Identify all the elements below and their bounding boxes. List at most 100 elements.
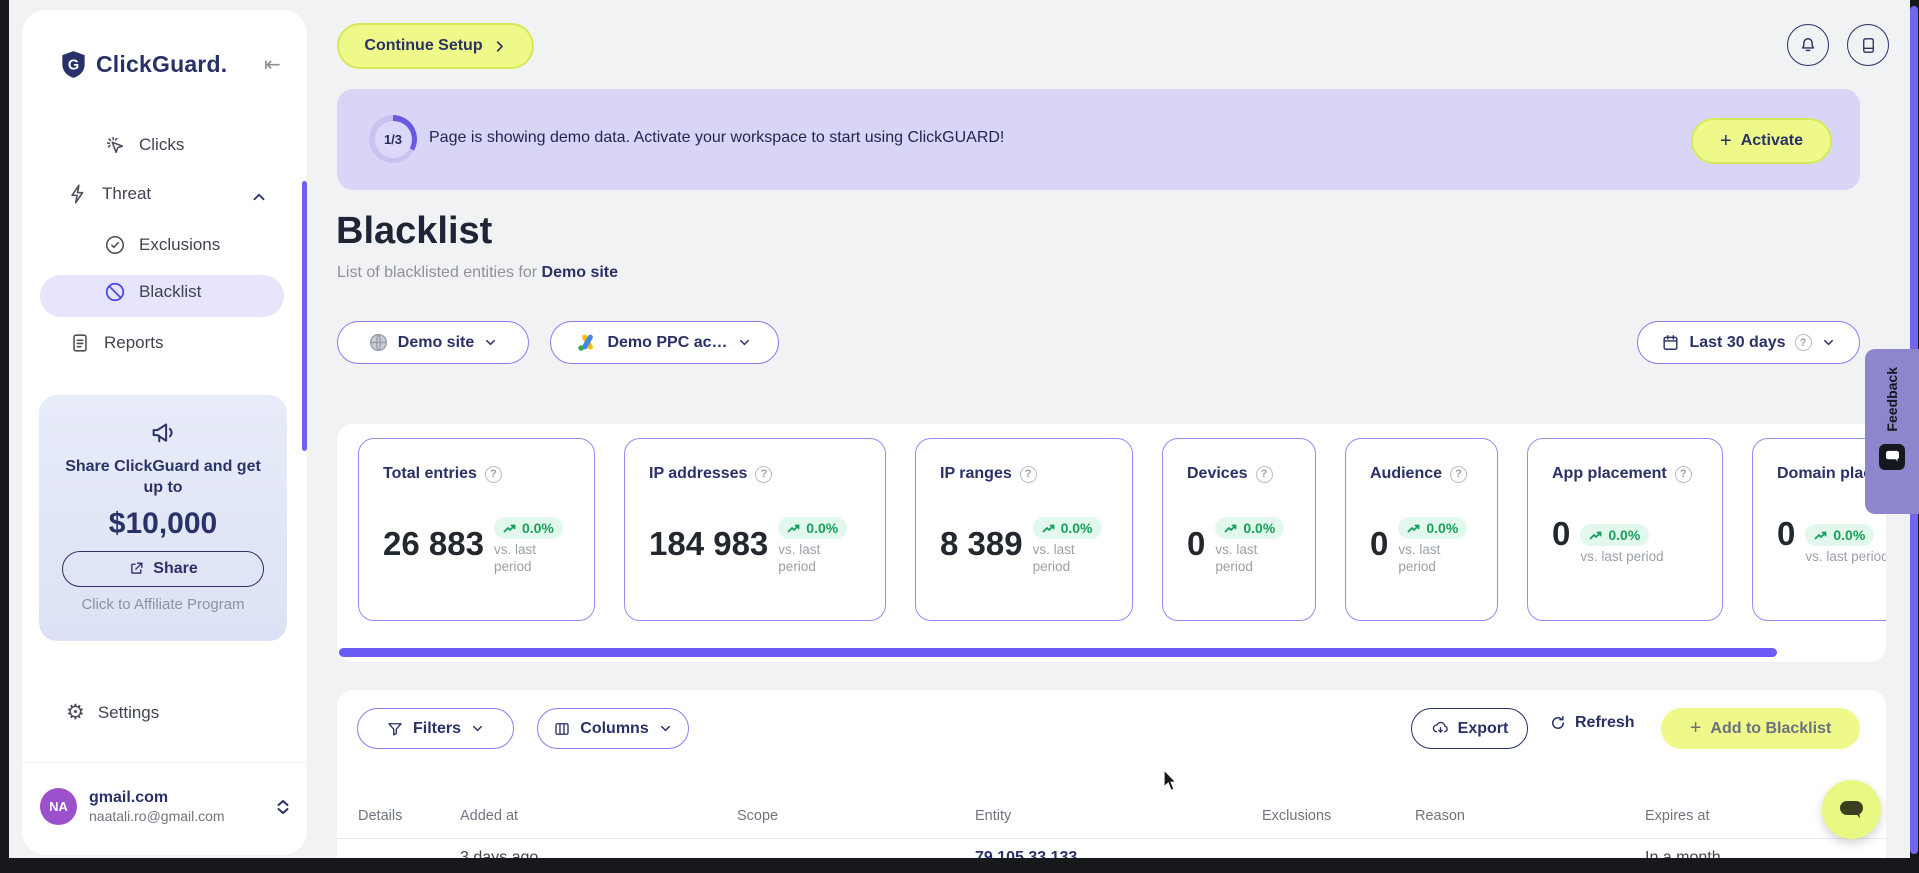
stat-label: Audience xyxy=(1370,465,1443,482)
stat-vs-label: vs. last period xyxy=(1215,542,1258,574)
sidebar-item-blacklist[interactable]: Blacklist xyxy=(40,275,284,317)
refresh-button[interactable]: Refresh xyxy=(1549,714,1635,732)
activate-label: Activate xyxy=(1740,132,1803,149)
site-selector-label: Demo site xyxy=(397,333,475,351)
help-icon: ? xyxy=(1019,465,1037,483)
chevron-up-icon[interactable] xyxy=(250,188,268,206)
export-button[interactable]: Export xyxy=(1411,708,1528,749)
stat-delta: 0.0% xyxy=(1608,527,1641,544)
megaphone-icon xyxy=(148,417,178,447)
affiliate-link[interactable]: Click to Affiliate Program xyxy=(81,596,244,613)
page-subtitle: List of blacklisted entities for Demo si… xyxy=(337,264,618,282)
page-subtitle-prefix: List of blacklisted entities for xyxy=(337,264,542,281)
sidebar-item-label: Clicks xyxy=(139,135,185,154)
stat-vs-label: vs. last period xyxy=(778,542,821,574)
columns-dropdown[interactable]: Columns xyxy=(537,708,689,749)
sidebar-item-reports[interactable]: Reports xyxy=(69,332,164,354)
column-header-expires-at[interactable]: Expires at xyxy=(1645,808,1709,824)
stat-card-total-entries: Total entries? 26 883 0.0% vs. last peri… xyxy=(358,438,595,621)
feedback-label: Feedback xyxy=(1884,367,1900,432)
stat-vs-label: vs. last period xyxy=(1032,542,1075,574)
calendar-icon xyxy=(1661,333,1680,352)
promo-text: Share ClickGuard and get up to xyxy=(65,458,261,496)
badge-check-icon xyxy=(104,234,126,256)
continue-setup-button[interactable]: Continue Setup xyxy=(337,23,534,69)
stat-vs-label: vs. last period xyxy=(493,542,536,574)
column-header-details[interactable]: Details xyxy=(358,808,402,824)
plus-icon: + xyxy=(1689,717,1702,739)
docs-button[interactable] xyxy=(1847,24,1889,66)
stat-label: Total entries xyxy=(383,465,477,482)
stat-label: IP addresses xyxy=(649,465,748,482)
add-to-blacklist-button[interactable]: + Add to Blacklist xyxy=(1661,708,1860,749)
trend-up-icon xyxy=(1224,523,1238,534)
chevron-down-icon xyxy=(737,335,752,350)
refresh-icon xyxy=(1549,714,1567,732)
avatar: NA xyxy=(40,788,77,825)
trend-up-icon xyxy=(1589,530,1603,541)
help-icon: ? xyxy=(1255,465,1273,483)
site-selector[interactable]: Demo site xyxy=(337,321,529,364)
trend-up-icon xyxy=(503,523,517,534)
share-button[interactable]: Share xyxy=(62,550,264,587)
chat-launcher-button[interactable] xyxy=(1822,780,1881,839)
columns-icon xyxy=(553,720,571,738)
export-label: Export xyxy=(1457,719,1509,737)
filters-label: Filters xyxy=(412,719,461,737)
stat-value: 0 xyxy=(1777,515,1796,552)
stats-row: Total entries? 26 883 0.0% vs. last peri… xyxy=(358,438,1886,621)
column-header-scope[interactable]: Scope xyxy=(737,808,778,824)
page-title: Blacklist xyxy=(336,210,493,252)
account-email: naatali.ro@gmail.com xyxy=(89,808,225,824)
trend-up-icon xyxy=(1407,523,1421,534)
feedback-tab[interactable]: Feedback xyxy=(1865,349,1919,514)
filters-dropdown[interactable]: Filters xyxy=(357,708,514,749)
window-edge-bottom xyxy=(0,858,1919,873)
column-header-exclusions[interactable]: Exclusions xyxy=(1262,808,1331,824)
gear-icon: ⚙ xyxy=(66,701,85,724)
chevron-down-icon xyxy=(470,721,485,736)
stat-delta: 0.0% xyxy=(1426,520,1459,536)
sidebar-item-exclusions[interactable]: Exclusions xyxy=(104,234,220,256)
promo-amount: $10,000 xyxy=(108,506,218,540)
column-header-reason[interactable]: Reason xyxy=(1415,808,1465,824)
svg-text:G: G xyxy=(68,58,79,74)
stat-card-devices: Devices? 0 0.0% vs. last period xyxy=(1162,438,1316,621)
document-icon xyxy=(69,332,91,354)
stat-label: App placement xyxy=(1552,465,1667,482)
stat-delta: 0.0% xyxy=(521,520,554,536)
stat-card-ip-ranges: IP ranges? 8 389 0.0% vs. last period xyxy=(915,438,1133,621)
logo: G ClickGuard. xyxy=(60,50,227,79)
sidebar-item-settings[interactable]: ⚙ Settings xyxy=(66,700,159,725)
ban-icon xyxy=(104,281,126,303)
column-header-added-at[interactable]: Added at xyxy=(460,808,518,824)
trend-up-icon xyxy=(787,523,801,534)
page-subtitle-target: Demo site xyxy=(541,264,619,281)
affiliate-promo-card[interactable]: Share ClickGuard and get up to $10,000 S… xyxy=(39,395,287,641)
stat-vs-label: vs. last period xyxy=(1580,549,1664,565)
date-range-selector[interactable]: Last 30 days ? xyxy=(1637,321,1860,364)
mouse-cursor xyxy=(1163,770,1183,792)
stat-value: 26 883 xyxy=(383,524,484,562)
google-ads-icon xyxy=(577,333,598,352)
sidebar-item-threat[interactable]: Threat xyxy=(67,183,151,205)
sidebar-collapse-icon[interactable]: ⇤ xyxy=(264,52,281,77)
up-down-chevron-icon xyxy=(276,798,290,816)
sidebar-item-label: Threat xyxy=(102,184,152,203)
cursor-click-icon xyxy=(104,134,126,156)
stat-value: 8 389 xyxy=(940,524,1023,562)
notifications-button[interactable] xyxy=(1787,24,1829,66)
ppc-account-selector[interactable]: Demo PPC ac… xyxy=(550,321,779,364)
feedback-chat-icon xyxy=(1879,443,1905,470)
activate-button[interactable]: + Activate xyxy=(1691,118,1832,164)
account-switcher[interactable]: NA gmail.com naatali.ro@gmail.com xyxy=(40,788,290,825)
window-edge-left xyxy=(0,0,9,873)
external-link-icon xyxy=(128,560,145,577)
sidebar-item-clicks[interactable]: Clicks xyxy=(104,134,184,156)
logo-text: ClickGuard. xyxy=(96,51,228,77)
column-header-entity[interactable]: Entity xyxy=(975,808,1011,824)
plus-icon: + xyxy=(1720,129,1732,152)
horizontal-scrollbar[interactable] xyxy=(339,648,1777,657)
help-icon: ? xyxy=(484,465,502,483)
sidebar-scrollbar[interactable] xyxy=(302,181,307,451)
